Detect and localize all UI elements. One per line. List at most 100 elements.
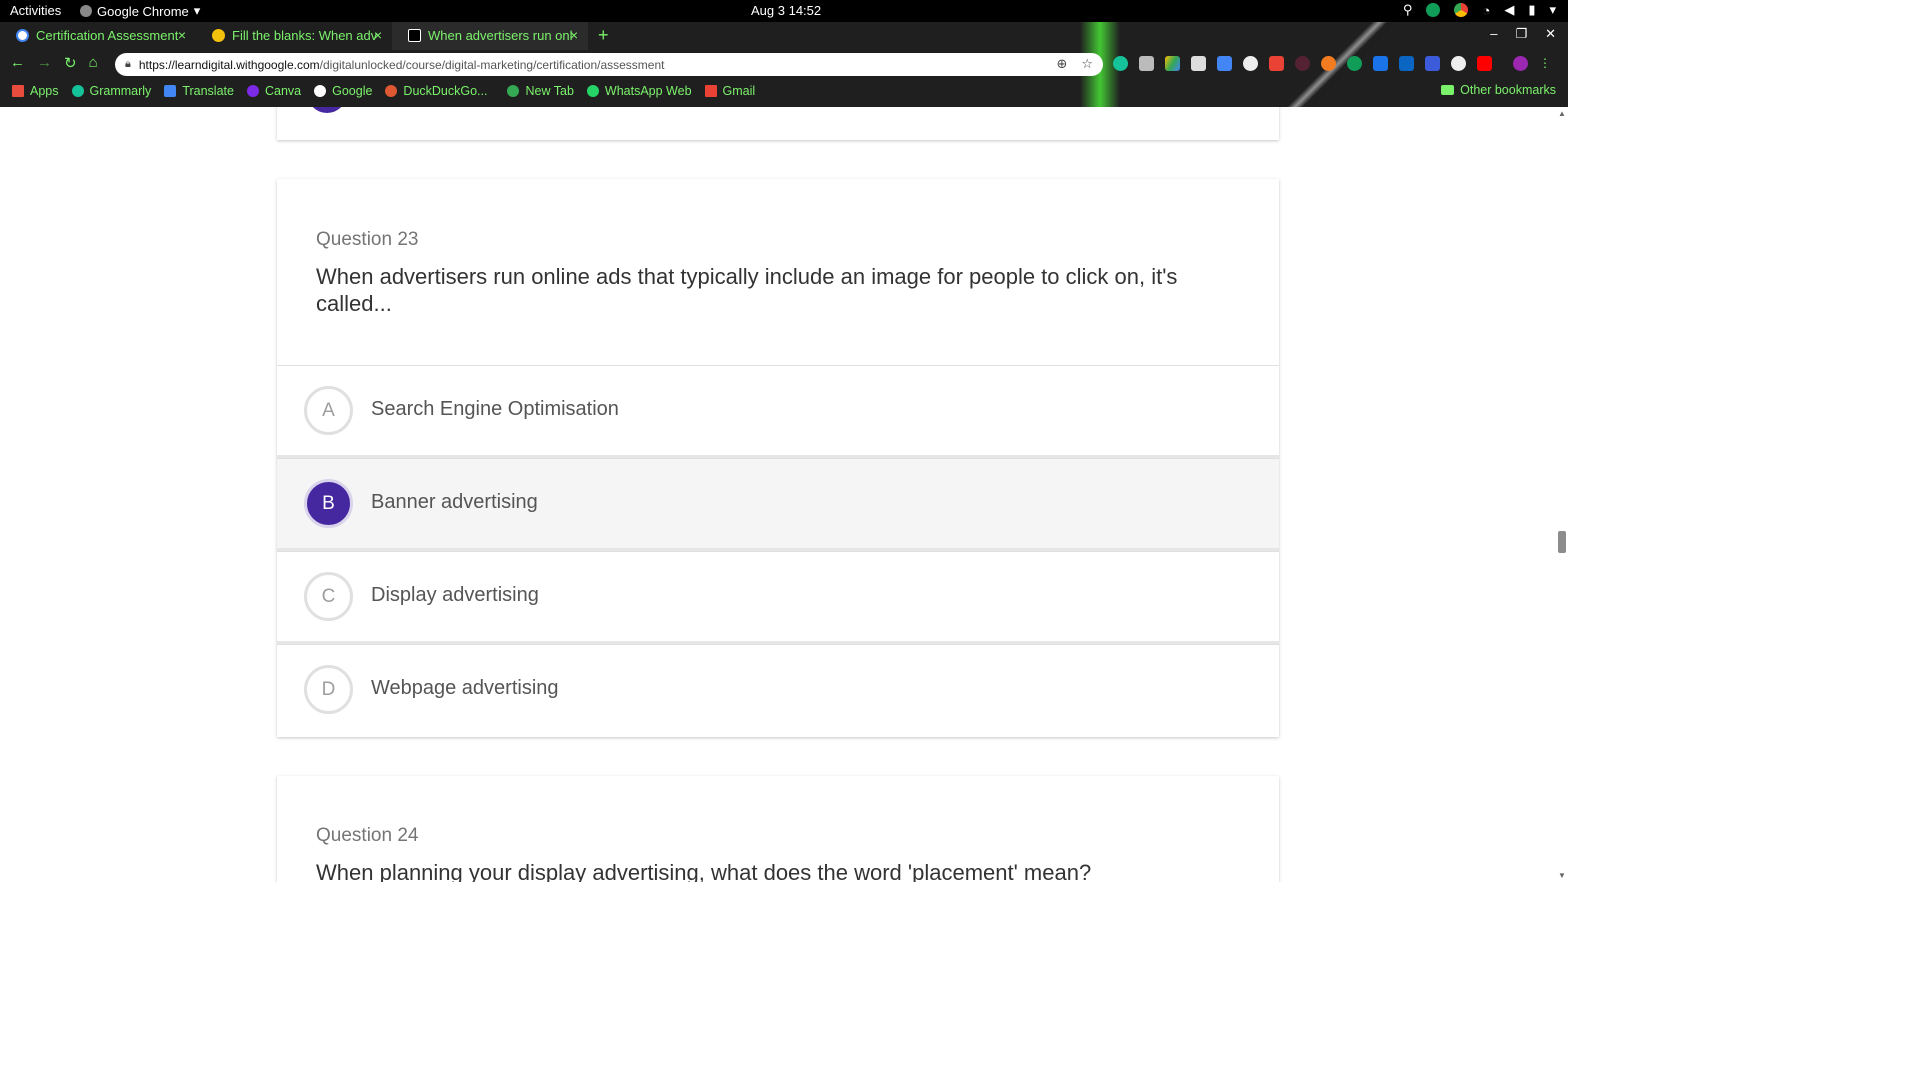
activities-button[interactable]: Activities [10, 3, 61, 18]
folder-icon [1441, 85, 1455, 95]
tab-title: Fill the blanks: When adv [232, 28, 378, 43]
reload-icon[interactable]: ↻ [64, 54, 77, 72]
bookmark-gmail[interactable]: Gmail [704, 84, 756, 98]
close-icon[interactable]: × [178, 27, 186, 43]
page-scrollbar[interactable]: ▲ ▼ [1556, 107, 1568, 882]
previous-question-card [277, 107, 1279, 140]
option-letter: A [304, 386, 353, 435]
window-controls: – ❐ ✕ [1490, 26, 1556, 42]
other-bookmarks-label: Other bookmarks [1460, 83, 1556, 97]
bookmark-star-icon[interactable]: ☆ [1081, 56, 1093, 72]
option-letter: C [304, 572, 353, 621]
tab-title: When advertisers run onl [428, 28, 573, 43]
grammarly-icon [71, 85, 84, 97]
drive-extension-icon[interactable] [1165, 56, 1180, 71]
scrollbar-thumb[interactable] [1558, 531, 1566, 553]
bookmark-new-tab[interactable]: New Tab [507, 84, 574, 98]
app-menu[interactable]: Google Chrome ▾ [80, 3, 200, 19]
accessibility-icon[interactable]: ⚲ [1403, 2, 1413, 18]
browser-toolbar: ← → ↻ ⌂ 🔒︎ https://learndigital.withgoog… [0, 52, 1568, 78]
bookmark-whatsapp[interactable]: WhatsApp Web [586, 84, 692, 98]
bookmark-apps[interactable]: Apps [12, 84, 59, 98]
option-b[interactable]: B Banner advertising [277, 458, 1279, 548]
wifi-icon[interactable]: ◔ [1482, 3, 1490, 18]
tab-fill-blanks[interactable]: Fill the blanks: When adv × [196, 22, 392, 50]
scroll-up-icon[interactable]: ▲ [1558, 109, 1566, 118]
option-label: Display advertising [371, 584, 539, 606]
gmail-extension-icon[interactable] [1269, 56, 1284, 71]
linkedin-extension-icon[interactable] [1399, 56, 1414, 71]
clock-extension-icon[interactable] [1243, 56, 1258, 71]
url-host: https://learndigital.withgoogle.com [138, 57, 320, 72]
option-label: Banner advertising [371, 491, 538, 513]
address-bar[interactable]: 🔒︎ https://learndigital.withgoogle.com/d… [115, 53, 1103, 76]
bookmark-canva[interactable]: Canva [246, 84, 302, 98]
close-window-icon[interactable]: ✕ [1545, 26, 1556, 42]
hangouts-icon[interactable] [1426, 3, 1441, 17]
bookmark-label: Gmail [722, 84, 756, 98]
option-c[interactable]: C Display advertising [277, 551, 1279, 641]
menu-kebab-icon[interactable]: ⋮ [1539, 56, 1554, 71]
tab-strip: Certification Assessment × Fill the blan… [0, 22, 619, 50]
browser-chrome: Certification Assessment × Fill the blan… [0, 22, 1568, 107]
bookmark-translate[interactable]: Translate [164, 84, 234, 98]
caret-down-icon: ▾ [193, 3, 201, 18]
option-letter: D [304, 665, 353, 714]
system-tray[interactable]: ⚲ ◔ ◀ ▮ ▾ [1403, 2, 1556, 18]
bookmark-duckduckgo[interactable]: DuckDuckGo... [385, 84, 487, 98]
green-extension-icon[interactable] [1347, 56, 1362, 71]
question-text: When planning your display advertising, … [316, 860, 1092, 882]
battery-icon[interactable]: ▮ [1528, 2, 1535, 18]
white-extension-icon[interactable] [1451, 56, 1466, 71]
mail-extension-icon[interactable] [1191, 56, 1206, 71]
translate-icon [164, 85, 177, 97]
close-icon[interactable]: × [570, 27, 578, 43]
bulb-favicon-icon [212, 29, 225, 42]
keep-extension-icon[interactable] [1139, 56, 1154, 71]
zoom-icon[interactable]: ⊕ [1056, 56, 1067, 72]
close-icon[interactable]: × [374, 27, 382, 43]
minimize-icon[interactable]: – [1490, 26, 1497, 42]
lock-icon[interactable]: 🔒︎ [125, 58, 131, 71]
calendar-extension-icon[interactable] [1217, 56, 1232, 71]
bookmarks-bar: Apps Grammarly Translate Canva Google Du… [0, 80, 1568, 102]
back-arrow-icon[interactable]: ← [10, 54, 25, 72]
s-extension-icon[interactable] [1373, 56, 1388, 71]
scroll-down-icon[interactable]: ▼ [1558, 871, 1566, 880]
chevron-down-icon[interactable]: ▾ [1549, 2, 1556, 18]
option-a[interactable]: A Search Engine Optimisation [277, 365, 1279, 455]
option-label: Search Engine Optimisation [371, 398, 619, 420]
forward-arrow-icon[interactable]: → [37, 54, 52, 72]
system-top-bar: Activities Google Chrome ▾ Aug 3 14:52 ⚲… [0, 0, 1568, 22]
youtube-extension-icon[interactable] [1477, 56, 1492, 71]
triangle-extension-icon[interactable] [1425, 56, 1440, 71]
new-tab-button[interactable]: + [588, 22, 619, 50]
question-number: Question 24 [316, 825, 419, 846]
maximize-icon[interactable]: ❐ [1515, 26, 1527, 42]
tab-certification[interactable]: Certification Assessment × [0, 22, 196, 50]
tab-when-advertisers[interactable]: When advertisers run onl × [392, 22, 588, 50]
option-d[interactable]: D Webpage advertising [277, 644, 1279, 734]
other-bookmarks[interactable]: Other bookmarks [1441, 83, 1556, 97]
bookmark-grammarly[interactable]: Grammarly [71, 84, 152, 98]
b-favicon-icon [408, 29, 421, 42]
chrome-tray-icon[interactable] [1454, 3, 1469, 17]
google-favicon-icon [16, 29, 29, 42]
question-text: When advertisers run online ads that typ… [316, 264, 1178, 316]
url-path: /digitalunlocked/course/digital-marketin… [319, 57, 665, 72]
home-icon[interactable]: ⌂ [89, 54, 98, 72]
option-letter: B [304, 479, 353, 528]
k-extension-icon[interactable] [1295, 56, 1310, 71]
orange-extension-icon[interactable] [1321, 56, 1336, 71]
bookmark-label: Google [332, 84, 373, 98]
grammarly-extension-icon[interactable] [1113, 56, 1128, 71]
question-23-card: Question 23 When advertisers run online … [277, 179, 1279, 737]
google-icon [314, 85, 327, 97]
bookmark-label: Canva [264, 84, 302, 98]
profile-avatar-icon[interactable] [1513, 56, 1528, 71]
volume-icon[interactable]: ◀ [1504, 2, 1514, 18]
bookmark-google[interactable]: Google [314, 84, 372, 98]
globe-icon [507, 85, 520, 97]
bookmark-label: Grammarly [89, 84, 152, 98]
clock[interactable]: Aug 3 14:52 [751, 3, 821, 18]
